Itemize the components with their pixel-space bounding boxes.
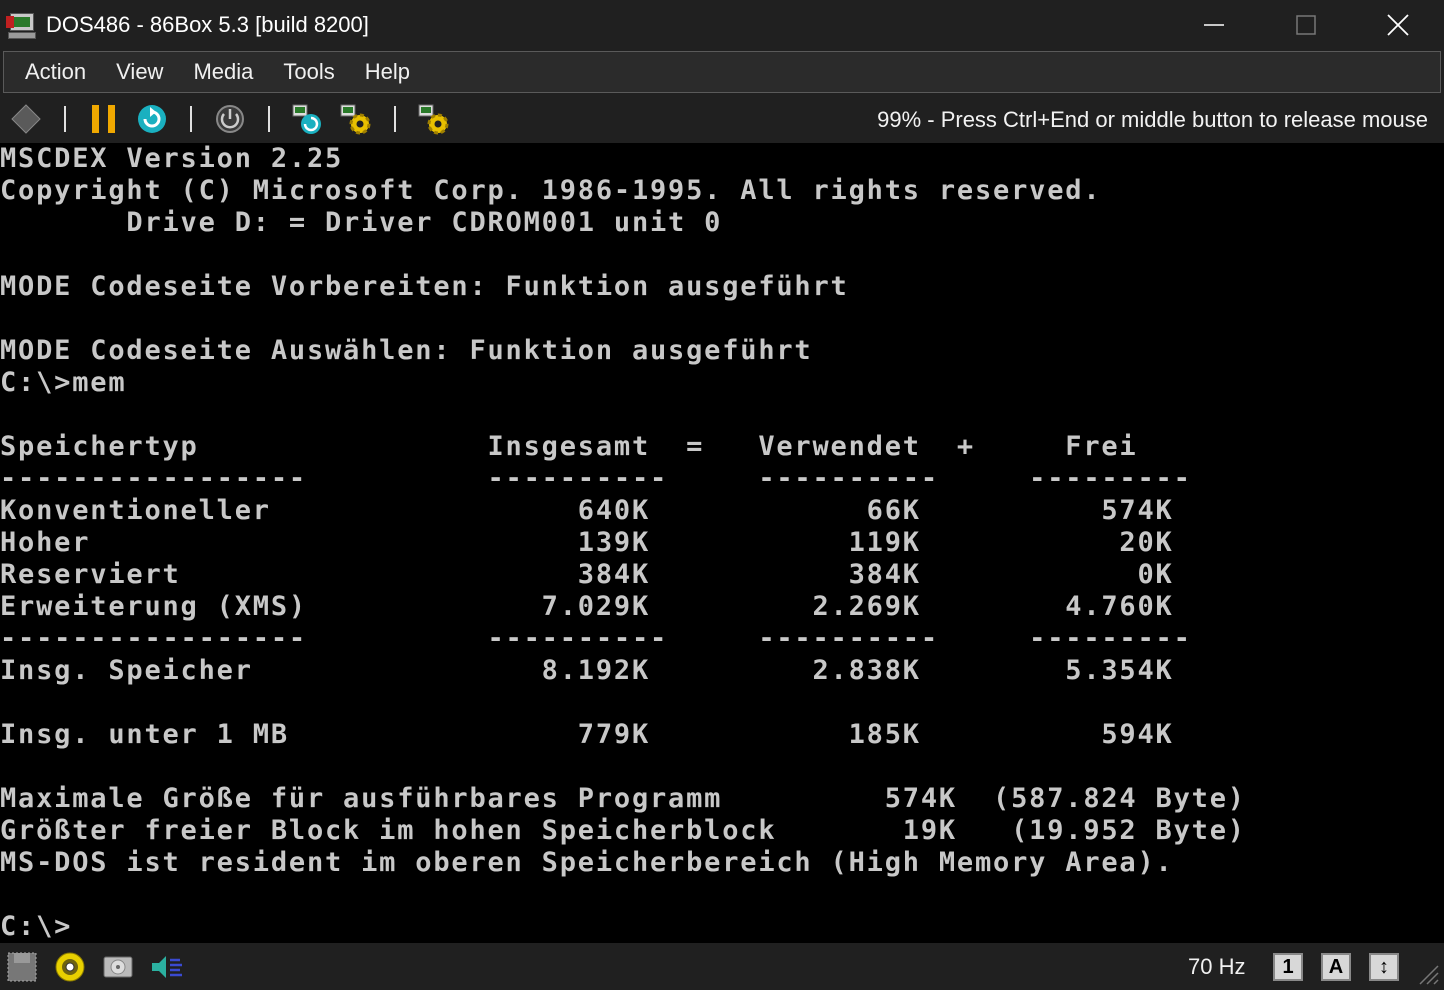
menu-help[interactable]: Help [350,52,425,92]
screen-line: Erweiterung (XMS) 7.029K 2.269K 4.760K [0,591,1174,622]
menu-tools[interactable]: Tools [268,52,349,92]
screen-line: Größter freier Block im hohen Speicherbl… [0,815,1246,846]
floppy-icon [7,952,37,982]
refresh-rate: 70 Hz [1188,954,1246,979]
resize-grip-icon[interactable] [1414,960,1440,986]
screen-line: Konventioneller 640K 66K 574K [0,495,1174,526]
power-icon [216,105,244,133]
reset-icon [138,105,166,133]
hard-disk-button[interactable] [102,951,134,983]
sound-icon [152,956,182,978]
screen-line: MSCDEX Version 2.25 [0,143,344,174]
screen-line: Speichertyp Insgesamt = Verwendet + Frei [0,431,1138,462]
screen-line: MS-DOS ist resident im oberen Speicherbe… [0,847,1174,878]
86box-app-icon[interactable] [6,10,36,40]
settings-reset-button[interactable] [288,99,328,139]
screen-line: Copyright (C) Microsoft Corp. 1986-1995.… [0,175,1102,206]
screen-line: MODE Codeseite Vorbereiten: Funktion aus… [0,271,849,302]
settings-button[interactable] [414,99,454,139]
mouse-capture-status: 99% - Press Ctrl+End or middle button to… [877,107,1428,132]
emulator-screen[interactable]: MSCDEX Version 2.25 Copyright (C) Micros… [0,143,1444,943]
screen-line: Insg. unter 1 MB 779K 185K 594K [0,719,1174,750]
floppy-drive-button[interactable] [6,951,38,983]
screen-line: Drive D: = Driver CDROM001 unit 0 [0,207,723,238]
screen-line: C:\>mem [0,367,127,398]
caps-lock-indicator: A [1321,953,1351,981]
menu-view[interactable]: View [101,52,178,92]
screen-line: C:\> [0,911,73,942]
menu-action[interactable]: Action [10,52,101,92]
cdrom-drive-button[interactable] [54,951,86,983]
hard-reset-settings-icon [340,104,371,135]
sound-button[interactable] [150,951,182,983]
close-icon [1387,14,1409,36]
minimize-button[interactable] [1168,0,1260,50]
title-bar: DOS486 - 86Box 5.3 [build 8200] [0,0,1444,50]
scroll-lock-indicator: ↕ [1369,953,1399,981]
pause-button[interactable] [84,99,124,139]
toolbar-separator [190,106,192,132]
screen-line: Reserviert 384K 384K 0K [0,559,1174,590]
screen-line: Insg. Speicher 8.192K 2.838K 5.354K [0,655,1174,686]
screen-line: ----------------- ---------- ---------- … [0,623,1192,654]
screen-line: ----------------- ---------- ---------- … [0,463,1192,494]
hard-reset-settings-button[interactable] [336,99,376,139]
cdrom-icon [55,952,85,982]
toolbar-separator [268,106,270,132]
maximize-button[interactable] [1260,0,1352,50]
settings-icon [418,104,449,135]
input-capture-button[interactable] [6,99,46,139]
screen-line: Hoher 139K 119K 20K [0,527,1174,558]
screen-line: Maximale Größe für ausführbares Programm… [0,783,1246,814]
close-button[interactable] [1352,0,1444,50]
toolbar-separator [64,106,66,132]
screen-line: MODE Codeseite Auswählen: Funktion ausge… [0,335,813,366]
menu-bar: Action View Media Tools Help [3,51,1441,93]
status-bar: 70 Hz 1 A ↕ [0,943,1444,990]
pause-icon [92,105,115,133]
maximize-icon [1296,15,1316,35]
minimize-icon [1204,24,1224,26]
power-button[interactable] [210,99,250,139]
input-capture-icon [11,104,41,134]
window-title: DOS486 - 86Box 5.3 [build 8200] [46,12,369,37]
hard-disk-icon [103,956,133,978]
reset-button[interactable] [132,99,172,139]
num-lock-indicator: 1 [1273,953,1303,981]
toolbar-separator [394,106,396,132]
menu-media[interactable]: Media [178,52,268,92]
settings-reset-icon [292,104,321,134]
toolbar: 99% - Press Ctrl+End or middle button to… [0,95,1444,143]
